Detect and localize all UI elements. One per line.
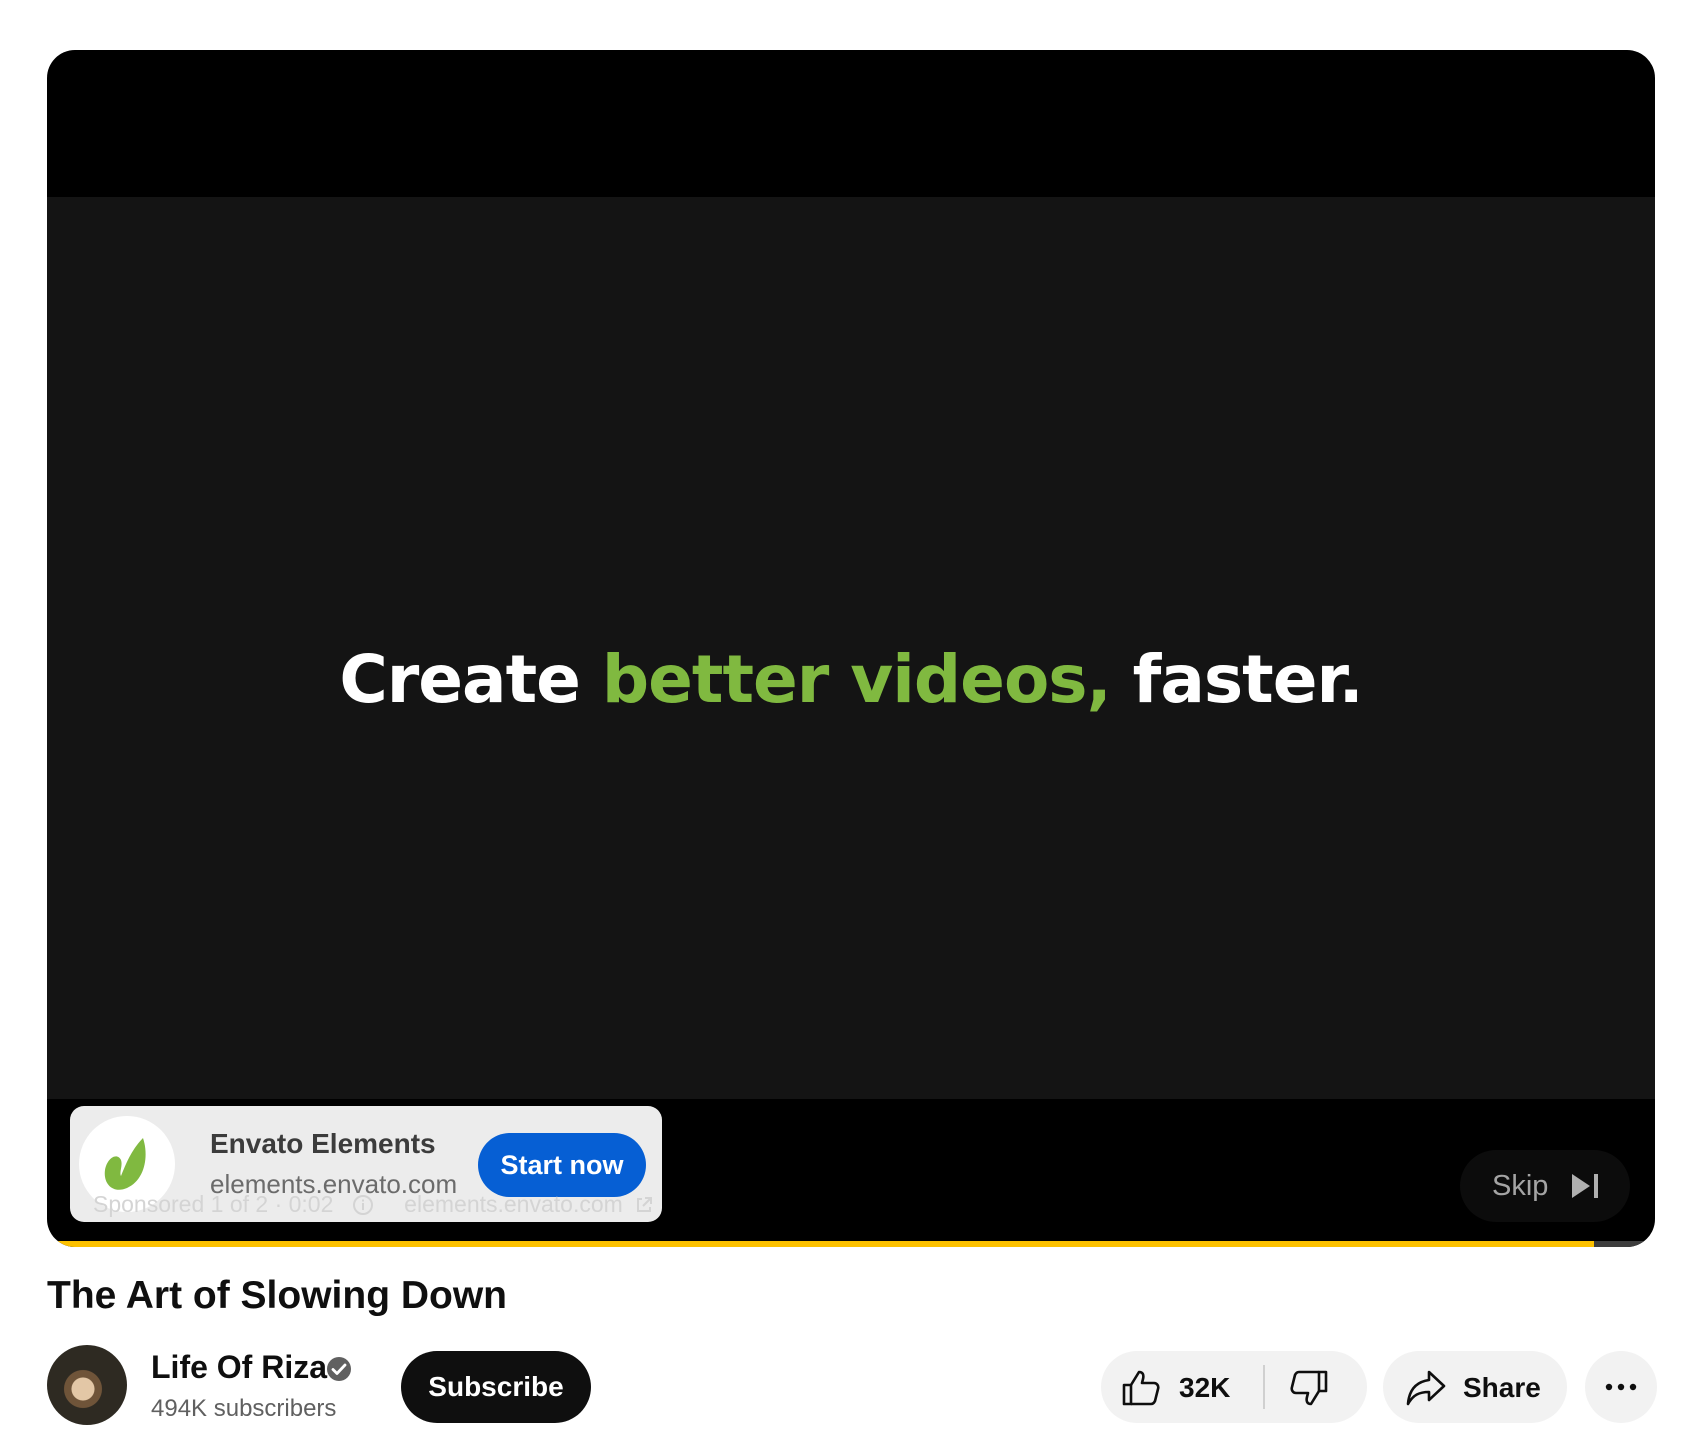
advertiser-name: Envato Elements [210, 1128, 436, 1159]
ad-progress-fill [47, 1241, 1594, 1247]
share-button[interactable]: Share [1383, 1351, 1567, 1423]
ad-progress-track [47, 1241, 1655, 1247]
watch-page: Create better videos, faster. Envato Ele… [0, 0, 1688, 1438]
ad-video-frame[interactable]: Create better videos, faster. Envato Ele… [47, 197, 1655, 1222]
skip-label: Skip [1492, 1170, 1549, 1202]
more-actions-button[interactable] [1585, 1351, 1657, 1423]
like-dislike-group: 32K [1101, 1351, 1367, 1423]
headline-accent: better videos, [601, 641, 1112, 718]
share-arrow-icon [1406, 1370, 1446, 1406]
info-icon[interactable] [352, 1194, 374, 1216]
subscribe-button[interactable]: Subscribe [401, 1351, 591, 1423]
like-button[interactable]: 32K [1101, 1351, 1263, 1423]
video-player[interactable]: Create better videos, faster. Envato Ele… [47, 50, 1655, 1247]
verified-check-icon [327, 1357, 351, 1381]
start-now-button[interactable]: Start now [478, 1133, 646, 1197]
channel-avatar[interactable] [47, 1345, 127, 1425]
headline-part-1: Create [339, 641, 602, 718]
advertiser-link[interactable]: elements.envato.com [404, 1191, 623, 1218]
skip-next-icon [1572, 1174, 1598, 1198]
share-label: Share [1463, 1372, 1541, 1403]
skip-ad-button[interactable]: Skip [1460, 1150, 1630, 1222]
thumbs-up-icon [1122, 1370, 1160, 1406]
subscriber-count: 494K subscribers [151, 1395, 337, 1422]
more-horizontal-icon [1605, 1383, 1637, 1391]
video-title: The Art of Slowing Down [47, 1274, 508, 1317]
channel-name[interactable]: Life Of Riza [151, 1349, 327, 1386]
like-count: 32K [1179, 1372, 1231, 1403]
ad-sponsored-bar: Sponsored 1 of 2 · 0:02 elements.envato.… [93, 1190, 653, 1218]
envato-leaf-icon [104, 1138, 146, 1190]
headline-part-2: faster. [1110, 641, 1364, 718]
external-link-icon[interactable] [635, 1196, 653, 1214]
thumbs-down-icon [1290, 1370, 1328, 1406]
ad-headline: Create better videos, faster. [47, 647, 1655, 713]
dislike-button[interactable] [1265, 1351, 1367, 1423]
sponsored-text: Sponsored 1 of 2 · 0:02 [93, 1191, 334, 1218]
